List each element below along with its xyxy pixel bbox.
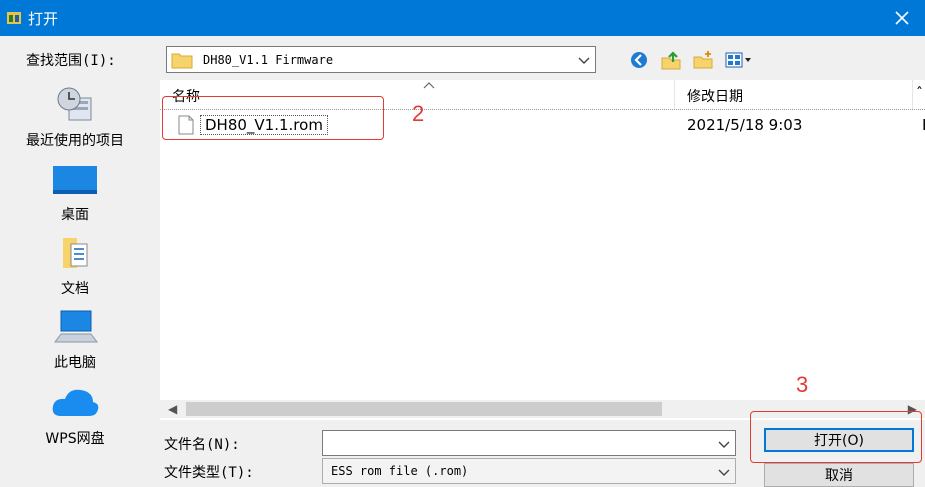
column-header-modified[interactable]: 修改日期 (687, 86, 743, 106)
folder-icon (171, 53, 193, 68)
annotation-number-3: 3 (796, 372, 809, 397)
wps-cloud-icon (52, 389, 99, 416)
window-title: 打开 (28, 10, 59, 28)
filename-input[interactable] (322, 430, 736, 456)
close-button[interactable] (879, 0, 925, 36)
look-in-value: DH80_V1.1 Firmware (203, 52, 334, 67)
filetype-value: ESS rom file (.rom) (331, 464, 469, 478)
filetype-select[interactable]: ESS rom file (.rom) (322, 458, 736, 484)
place-wps-cloud[interactable]: WPS网盘 (0, 384, 150, 448)
chevron-down-icon[interactable] (717, 465, 731, 479)
column-header-truncated[interactable]: ˆ (916, 86, 923, 102)
up-folder-icon[interactable] (660, 50, 682, 70)
place-label: 最近使用的项目 (26, 133, 124, 149)
column-separator[interactable] (674, 80, 675, 110)
chevron-down-icon[interactable] (717, 437, 731, 451)
place-desktop[interactable]: 桌面 (0, 164, 150, 224)
app-icon (7, 12, 21, 24)
file-modified: 2021/5/18 9:03 (687, 116, 803, 134)
column-separator[interactable] (912, 80, 913, 110)
place-documents[interactable]: 文档 (0, 234, 150, 298)
annotation-number-2: 2 (412, 101, 425, 126)
filename-label: 文件名(N): (164, 437, 240, 453)
sort-ascending-icon (423, 82, 435, 89)
cancel-button[interactable]: 取消 (764, 463, 914, 487)
place-this-pc[interactable]: 此电脑 (0, 308, 150, 372)
this-pc-icon (54, 310, 98, 343)
filetype-label: 文件类型(T): (164, 465, 254, 481)
place-label: 文档 (61, 281, 89, 297)
documents-icon (63, 238, 88, 268)
place-recent[interactable]: 最近使用的项目 (0, 86, 150, 150)
annotation-box-2 (162, 96, 384, 140)
scroll-left-icon[interactable]: ◀ (168, 402, 177, 416)
scrollbar-thumb[interactable] (186, 402, 662, 416)
view-menu-icon[interactable] (724, 50, 754, 70)
open-button[interactable]: 打开(O) (764, 428, 914, 452)
new-folder-icon[interactable] (692, 50, 714, 70)
recent-items-icon (57, 87, 92, 121)
toolbar (628, 50, 754, 70)
look-in-label: 查找范围(I): (26, 53, 116, 69)
title-bar: 打开 (0, 0, 925, 36)
place-label: 此电脑 (54, 355, 96, 371)
desktop-icon (53, 166, 97, 194)
look-in-combo[interactable]: DH80_V1.1 Firmware (166, 46, 596, 73)
places-bar: 最近使用的项目 桌面 文档 此电脑 WPS网盘 (0, 80, 150, 486)
back-icon[interactable] (628, 50, 650, 70)
place-label: 桌面 (61, 207, 89, 223)
chevron-down-icon[interactable] (577, 53, 591, 67)
place-label: WPS网盘 (45, 431, 105, 447)
close-icon (895, 11, 909, 25)
